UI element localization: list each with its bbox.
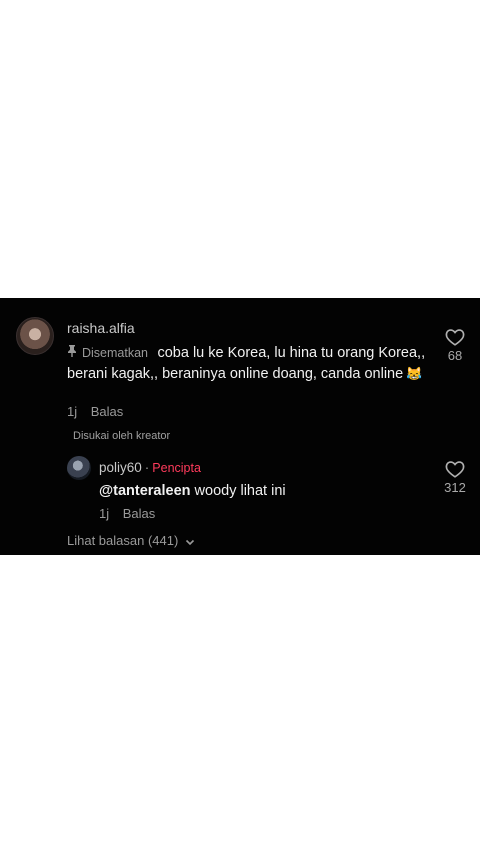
reply-meta: 1j Balas [99,506,165,521]
reply-username[interactable]: poliy60 [99,460,142,475]
reply-text: woody lihat ini [190,483,286,499]
separator: · [144,460,150,475]
view-replies-label: Lihat balasan (441) [67,533,179,548]
pinned-tag: Disematkan [67,345,151,360]
creator-badge: Pencipta [152,461,201,475]
like-button[interactable]: 68 [442,328,468,363]
reply-avatar[interactable] [67,456,91,480]
reply-time: 1j [99,506,110,521]
mention-link[interactable]: @tanteraleen [99,483,191,499]
like-count: 68 [447,348,463,363]
comment-panel: raisha.alfia Disematkan coba lu ke Korea… [0,298,480,555]
heart-icon [445,329,465,346]
chevron-down-icon [185,539,195,545]
comment-meta: 1j Balas [67,404,133,419]
heart-icon [445,461,465,478]
pinned-label: Disematkan [82,346,148,360]
comment-time: 1j [67,404,78,419]
reply-body: @tanteraleen woody lihat ini [99,483,286,499]
reply-username-row: poliy60 · Pencipta [99,460,201,475]
avatar[interactable] [16,317,54,355]
comment-username[interactable]: raisha.alfia [67,320,135,336]
reply-reply-button[interactable]: Balas [123,506,156,521]
pin-icon [67,345,79,364]
reply-button[interactable]: Balas [91,404,124,419]
view-replies-button[interactable]: Lihat balasan (441) [67,533,195,548]
comment-body: Disematkan coba lu ke Korea, lu hina tu … [67,344,427,384]
reply-like-count: 312 [444,480,466,495]
liked-by-creator: Disukai oleh kreator [73,430,171,442]
reply-like-button[interactable]: 312 [442,460,468,495]
emoji: 😹 [406,366,423,381]
